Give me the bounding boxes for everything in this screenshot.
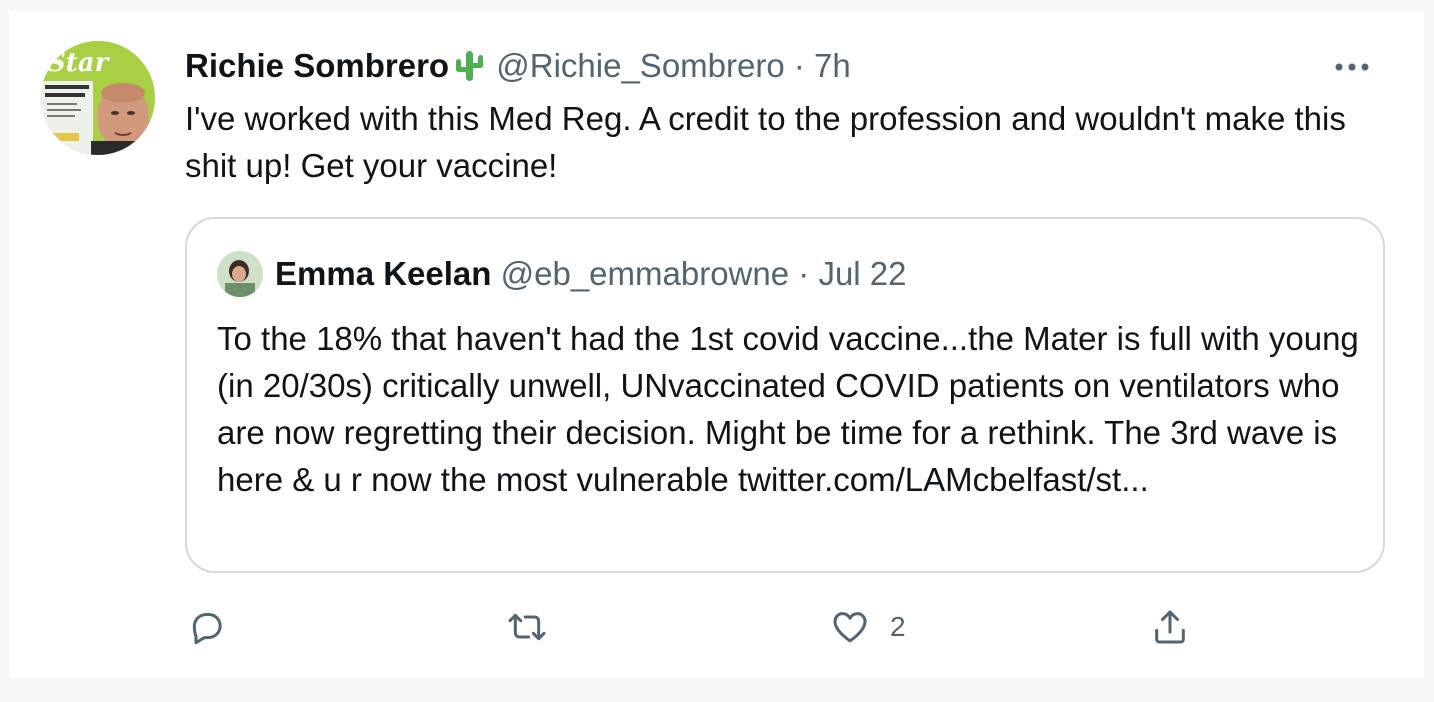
tweet-card[interactable]: Star Richie Sombrero @Richie_Sombrero · … bbox=[10, 10, 1424, 678]
like-button[interactable]: 2 bbox=[830, 607, 906, 647]
tweet-time[interactable]: 7h bbox=[814, 47, 851, 84]
quoted-author-display-name[interactable]: Emma Keelan bbox=[275, 255, 491, 292]
tweet-actions: 2 bbox=[10, 607, 1424, 647]
heart-icon bbox=[833, 612, 867, 643]
like-count: 2 bbox=[890, 611, 906, 642]
tweet-header: Richie Sombrero @Richie_Sombrero · 7h bbox=[185, 45, 851, 93]
quoted-tweet[interactable]: Emma Keelan @eb_emmabrowne · Jul 22 To t… bbox=[185, 217, 1385, 573]
more-horizontal-icon[interactable] bbox=[1332, 55, 1372, 79]
retweet-button[interactable] bbox=[505, 607, 549, 647]
quoted-tweet-text: To the 18% that haven't had the 1st covi… bbox=[217, 320, 1359, 498]
header-separator: · bbox=[793, 47, 805, 84]
cactus-icon bbox=[451, 47, 487, 93]
author-handle[interactable]: @Richie_Sombrero bbox=[496, 47, 784, 84]
reply-icon bbox=[192, 613, 222, 645]
share-button[interactable] bbox=[1150, 607, 1190, 647]
author-avatar[interactable]: Star bbox=[41, 41, 155, 155]
quoted-tweet-date[interactable]: Jul 22 bbox=[818, 255, 906, 292]
quoted-tweet-header: Emma Keelan @eb_emmabrowne · Jul 22 bbox=[275, 253, 907, 295]
retweet-icon bbox=[508, 613, 546, 641]
author-display-name[interactable]: Richie Sombrero bbox=[185, 47, 449, 84]
quoted-header-separator: · bbox=[798, 255, 810, 292]
avatar-overlay-text: Star bbox=[47, 48, 111, 78]
quoted-author-handle[interactable]: @eb_emmabrowne bbox=[501, 255, 789, 292]
tweet-text: I've worked with this Med Reg. A credit … bbox=[185, 100, 1346, 184]
quoted-avatar-image bbox=[217, 251, 263, 297]
share-icon bbox=[1155, 610, 1185, 644]
quoted-author-avatar[interactable] bbox=[217, 251, 263, 297]
avatar-image: Star bbox=[41, 41, 155, 155]
reply-button[interactable] bbox=[186, 607, 226, 647]
